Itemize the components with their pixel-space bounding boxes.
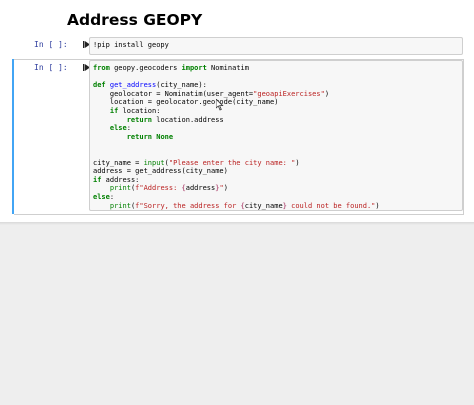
code-line: if address: bbox=[93, 176, 139, 184]
code-token: location.address bbox=[152, 115, 224, 124]
code-text[interactable]: from geopy.geocoders import Nominatim de… bbox=[93, 64, 380, 210]
code-token: location = geolocator.geocode(city_name) bbox=[93, 98, 279, 107]
code-token: f"Sorry, the address for bbox=[135, 201, 241, 210]
code-token: import bbox=[181, 64, 207, 72]
code-token: (city_name): bbox=[156, 81, 207, 90]
code-token: address bbox=[185, 184, 216, 193]
code-token: location: bbox=[118, 106, 161, 115]
code-token: address: bbox=[101, 175, 140, 184]
code-token: None bbox=[156, 132, 174, 141]
code-token: Nominatim bbox=[206, 64, 249, 72]
code-line: print(f"Sorry, the address for {city_nam… bbox=[93, 202, 380, 210]
code-token: "geoapiExercises" bbox=[253, 89, 325, 98]
code-line: def get_address(city_name): bbox=[93, 81, 207, 89]
code-line: if location: bbox=[93, 106, 161, 115]
code-token: ) bbox=[223, 184, 228, 193]
notebook-background bbox=[0, 222, 474, 405]
code-cell-1[interactable]: In [ ]: !pip install geopy bbox=[12, 36, 464, 56]
code-token: city_name = bbox=[93, 158, 144, 167]
code-line: !pip install geopy bbox=[93, 41, 169, 49]
code-line: print(f"Address: {address}") bbox=[93, 184, 228, 192]
code-editor[interactable]: from geopy.geocoders import Nominatim de… bbox=[89, 60, 463, 211]
code-token: else bbox=[109, 124, 127, 133]
code-text[interactable]: !pip install geopy bbox=[93, 41, 169, 50]
code-line: return None bbox=[93, 133, 173, 141]
code-editor[interactable]: !pip install geopy bbox=[89, 37, 463, 55]
code-line: else: bbox=[93, 124, 131, 132]
code-token: f"Address: bbox=[135, 184, 182, 193]
code-token: print bbox=[109, 201, 131, 210]
code-token: input bbox=[143, 158, 165, 167]
code-cell-2[interactable]: In [ ]: from geopy.geocoders import Nomi… bbox=[12, 59, 464, 215]
code-token: def bbox=[93, 81, 106, 90]
code-line: city_name = input("Please enter the city… bbox=[93, 159, 300, 167]
code-line: from geopy.geocoders import Nominatim bbox=[93, 64, 249, 72]
code-token: geolocator = Nominatim(user_agent= bbox=[93, 89, 254, 98]
text-cursor-icon bbox=[216, 99, 224, 111]
code-token: return bbox=[126, 115, 153, 124]
code-token: : bbox=[126, 124, 131, 133]
code-token: : bbox=[109, 192, 115, 201]
code-token: "Please enter the city name: " bbox=[168, 158, 296, 167]
code-token: from bbox=[93, 64, 110, 72]
cell-prompt: In [ ]: bbox=[34, 40, 68, 49]
code-line: return location.address bbox=[93, 116, 224, 124]
notebook: Address GEOPY In [ ]: !pip install geopy… bbox=[0, 0, 474, 222]
code-token: !pip install geopy bbox=[93, 41, 169, 49]
code-token: geopy.geocoders bbox=[109, 64, 182, 72]
code-token: ) bbox=[295, 158, 300, 167]
code-line: else: bbox=[93, 193, 114, 201]
code-token: city_name bbox=[244, 201, 283, 210]
code-token: get_address bbox=[109, 81, 157, 90]
cell-prompt: In [ ]: bbox=[34, 63, 68, 72]
notebook-heading: Address GEOPY bbox=[67, 11, 203, 29]
code-token: return bbox=[126, 132, 153, 141]
code-line: address = get_address(city_name) bbox=[93, 167, 228, 175]
code-line: location = geolocator.geocode(city_name) bbox=[93, 98, 279, 107]
code-token: print bbox=[109, 184, 131, 193]
code-token: ) bbox=[375, 201, 380, 210]
code-token: address = get_address(city_name) bbox=[93, 167, 228, 176]
code-token: ) bbox=[324, 89, 330, 98]
code-token: could not be found." bbox=[286, 201, 376, 210]
code-line: geolocator = Nominatim(user_agent="geoap… bbox=[93, 90, 329, 98]
code-token: else bbox=[93, 192, 110, 201]
